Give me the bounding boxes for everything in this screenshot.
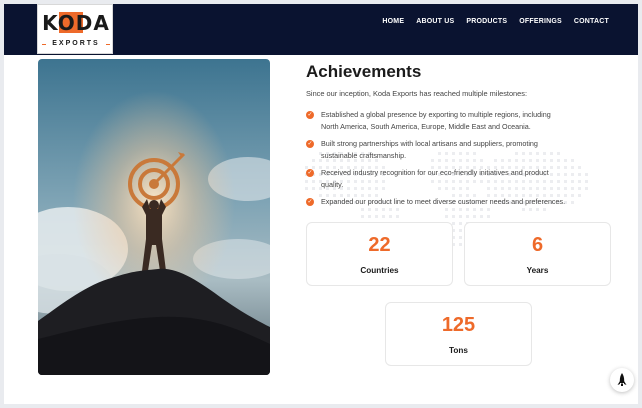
stat-label: Years — [526, 266, 549, 275]
achievements-intro: Since our inception, Koda Exports has re… — [306, 89, 528, 98]
stat-card-countries: 22 Countries — [306, 222, 453, 286]
achievements-list: ✓ Established a global presence by expor… — [306, 109, 612, 214]
list-item-line: quality. — [321, 179, 344, 189]
map-dot — [452, 215, 455, 218]
rocket-icon — [617, 373, 627, 386]
map-dot — [466, 215, 469, 218]
map-dot — [480, 215, 483, 218]
map-dot — [382, 215, 385, 218]
logo-subtext: EXPORTS — [42, 39, 110, 49]
check-circle-icon: ✓ — [306, 111, 314, 119]
stat-label: Tons — [449, 346, 468, 355]
stat-value: 22 — [368, 234, 391, 256]
map-dot — [368, 215, 371, 218]
list-item: ✓ Received industry recognition for our … — [306, 167, 612, 190]
stat-value: 125 — [441, 314, 476, 336]
stat-value: 6 — [531, 234, 544, 256]
main-nav: HOME ABOUT US PRODUCTS OFFERINGS CONTACT — [382, 17, 609, 27]
list-item: ✓ Established a global presence by expor… — [306, 109, 612, 132]
list-item: ✓ Expanded our product line to meet dive… — [306, 196, 612, 208]
map-dot — [459, 236, 462, 239]
list-item: ✓ Built strong partnerships with local a… — [306, 138, 612, 161]
achievement-photo — [38, 59, 270, 375]
map-dot — [389, 215, 392, 218]
logo[interactable]: KODA EXPORTS — [37, 4, 113, 54]
nav-about-us[interactable]: ABOUT US — [416, 17, 454, 27]
stat-card-years: 6 Years — [464, 222, 611, 286]
nav-products[interactable]: PRODUCTS — [466, 17, 507, 27]
list-item-line: Received industry recognition for our ec… — [321, 168, 549, 177]
scroll-to-top-button[interactable] — [610, 368, 634, 392]
map-dot — [396, 215, 399, 218]
list-item-line: Established a global presence by exporti… — [321, 110, 551, 119]
nav-offerings[interactable]: OFFERINGS — [519, 17, 562, 27]
map-dot — [487, 215, 490, 218]
nav-contact[interactable]: CONTACT — [574, 17, 609, 27]
check-circle-icon: ✓ — [306, 198, 314, 206]
navbar: KODA EXPORTS HOME ABOUT US PRODUCTS OFFE… — [4, 4, 638, 55]
achievements-title: Achievements — [306, 62, 422, 81]
nav-home[interactable]: HOME — [382, 17, 404, 27]
hero-image — [38, 59, 270, 375]
map-dot — [375, 215, 378, 218]
map-dot — [459, 222, 462, 225]
list-item-line: North America, South America, Europe, Mi… — [321, 121, 531, 131]
logo-text: KODA — [42, 11, 110, 35]
list-item-line: Built strong partnerships with local art… — [321, 139, 538, 148]
page: KODA EXPORTS HOME ABOUT US PRODUCTS OFFE… — [4, 4, 638, 404]
list-item-line: Expanded our product line to meet divers… — [321, 197, 566, 206]
check-circle-icon: ✓ — [306, 169, 314, 177]
map-dot — [459, 243, 462, 246]
list-item-line: sustainable craftsmanship. — [321, 150, 407, 160]
stat-label: Countries — [360, 266, 399, 275]
map-dot — [445, 215, 448, 218]
map-dot — [459, 229, 462, 232]
map-dot — [361, 215, 364, 218]
map-dot — [459, 215, 462, 218]
stat-card-tons: 125 Tons — [385, 302, 532, 366]
map-dot — [473, 215, 476, 218]
check-circle-icon: ✓ — [306, 140, 314, 148]
